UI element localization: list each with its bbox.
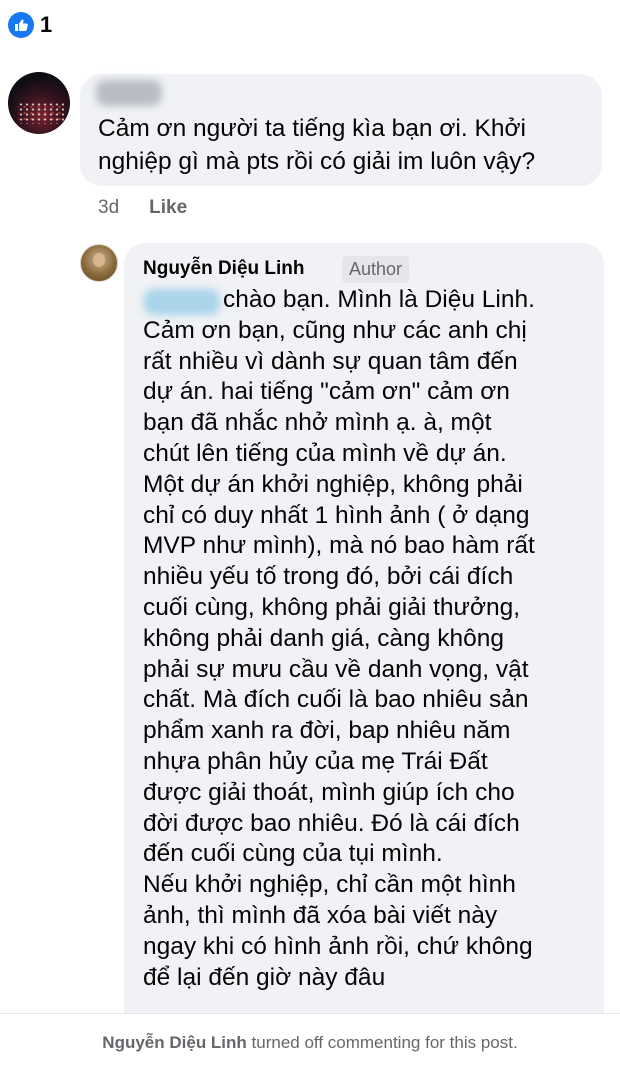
reply-line: để lại đến giờ này đâu <box>143 963 386 991</box>
reply-line: đời được bao nhiêu. Đó là cái đích <box>143 809 520 837</box>
reply-line: Nếu khởi nghiệp, chỉ cần một hình <box>143 871 516 899</box>
blurred-commenter-name <box>96 80 162 106</box>
reply-line: đến cuối cùng của tụi mình. <box>143 840 443 868</box>
reply-line: chất. Mà đích cuối là bao nhiêu sản <box>143 686 529 714</box>
comment-line: Cảm ơn người ta tiếng kìa bạn ơi. Khởi <box>98 115 526 142</box>
reply-line: dự án. hai tiếng "cảm ơn" cảm ơn <box>143 378 510 406</box>
reply-author-name[interactable]: Nguyễn Diệu Linh <box>143 258 305 280</box>
reply-line: nhựa phân hủy của mẹ Trái Đất <box>143 747 488 775</box>
author-badge: Author <box>342 256 410 283</box>
reaction-summary[interactable]: 1 <box>8 12 52 38</box>
reply-line: chỉ có duy nhất 1 hình ảnh ( ở dạng <box>143 501 530 529</box>
comment-meta: 3d Like <box>98 197 187 219</box>
author-avatar[interactable] <box>80 244 118 282</box>
notice-message: turned off commenting for this post. <box>251 1032 518 1052</box>
reply-line: phẩm xanh ra đời, bap nhiêu năm <box>143 717 511 745</box>
commenter-avatar[interactable] <box>8 72 70 134</box>
reply-line: không phải danh giá, càng không <box>143 624 504 652</box>
reply-line: chút lên tiếng của mình về dự án. <box>143 439 507 467</box>
comments-disabled-notice: Nguyễn Diệu Linh turned off commenting f… <box>0 1013 620 1071</box>
reply-line: Cảm ơn bạn, cũng như các anh chị <box>143 316 527 344</box>
reply-line: cuối cùng, không phải giải thưởng, <box>143 593 521 621</box>
reply-line: chào bạn. Mình là Diệu Linh. <box>223 286 535 313</box>
reply-line: phải sự mưu cầu về danh vọng, vật <box>143 655 529 683</box>
reply-line: được giải thoát, mình giúp ích cho <box>143 778 515 806</box>
reply-line: ngay khi có hình ảnh rồi, chứ không <box>143 932 533 960</box>
comment-text: Cảm ơn người ta tiếng kìa bạn ơi. Khởi n… <box>98 112 598 178</box>
comment-time[interactable]: 3d <box>98 197 119 218</box>
reply-line: rất nhiều vì dành sự quan tâm đến <box>143 347 518 375</box>
reply-line: Một dự án khởi nghiệp, không phải <box>143 470 523 498</box>
reply-line: bạn đã nhắc nhở mình ạ. à, một <box>143 409 492 437</box>
thumbs-up-icon <box>8 12 34 38</box>
comment-like-button[interactable]: Like <box>149 197 187 218</box>
reply-line: MVP như mình), mà nó bao hàm rất <box>143 532 535 560</box>
reaction-count: 1 <box>40 12 53 37</box>
reply-line: nhiều yếu tố trong đó, bởi cái đích <box>143 563 514 591</box>
notice-name[interactable]: Nguyễn Diệu Linh <box>102 1033 247 1052</box>
notice-text: Nguyễn Diệu Linh turned off commenting f… <box>102 1033 517 1053</box>
reply-text: chào bạn. Mình là Diệu Linh. Cảm ơn bạn,… <box>143 285 603 1015</box>
comment-line: nghiệp gì mà pts rồi có giải im luôn vậy… <box>98 148 536 175</box>
reply-line: ảnh, thì mình đã xóa bài viết này <box>143 901 498 929</box>
